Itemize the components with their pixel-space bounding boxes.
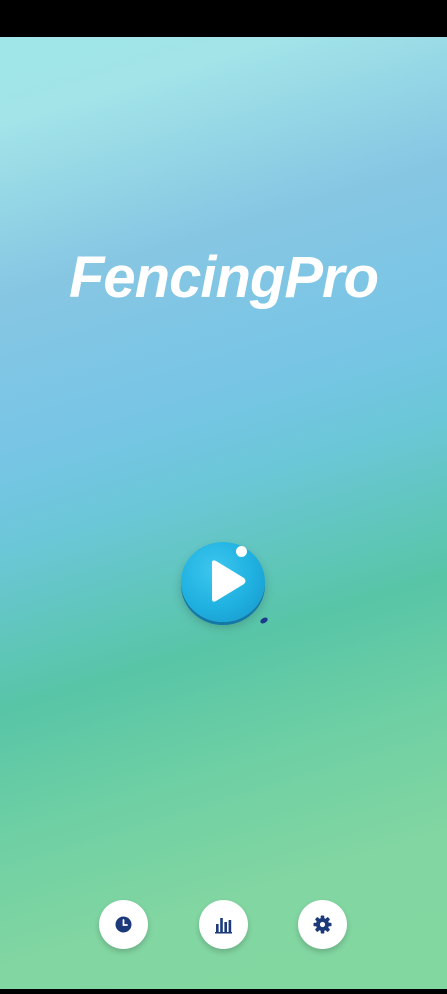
history-button[interactable] <box>99 900 148 949</box>
settings-button[interactable] <box>298 900 347 949</box>
sparkle-dot <box>236 546 247 557</box>
statistics-button[interactable] <box>199 900 248 949</box>
status-bar <box>0 0 447 37</box>
play-button[interactable] <box>181 542 265 622</box>
app-title: FencingPro <box>68 245 379 310</box>
bottom-edge <box>0 989 447 994</box>
screen: FencingPro <box>0 0 447 994</box>
app-background <box>0 37 447 989</box>
bar-chart-icon <box>215 918 232 934</box>
play-icon <box>212 560 246 602</box>
gear-icon <box>313 915 332 934</box>
clock-icon <box>115 916 132 933</box>
